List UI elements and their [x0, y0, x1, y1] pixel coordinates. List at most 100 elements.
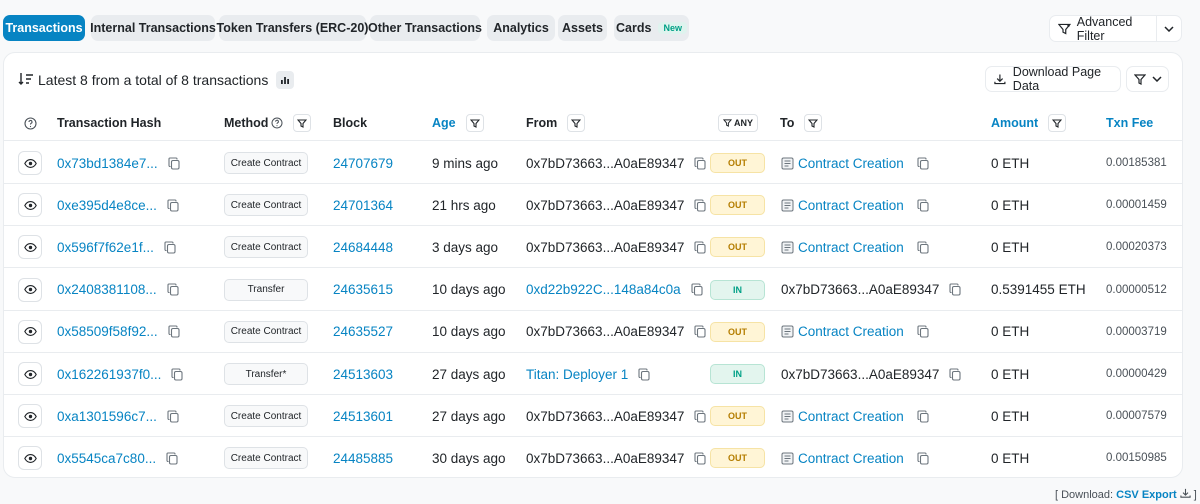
to-address[interactable]: Contract Creation — [798, 156, 904, 171]
age-text: 10 days ago — [432, 282, 506, 298]
copy-icon[interactable] — [168, 325, 180, 338]
amount-filter-button[interactable] — [1048, 114, 1067, 132]
transaction-hash-link[interactable]: 0x5545ca7c80... — [57, 451, 156, 466]
tab-cards[interactable]: Cards New — [614, 15, 689, 41]
advanced-filter-dropdown[interactable] — [1157, 16, 1181, 41]
eye-icon[interactable] — [18, 235, 42, 260]
help-icon[interactable] — [24, 105, 37, 141]
filter-icon — [1052, 118, 1063, 128]
block-link[interactable]: 24684448 — [333, 240, 393, 255]
tab-other-transactions[interactable]: Other Transactions — [368, 15, 482, 41]
method-badge: Create Contract — [224, 152, 308, 174]
copy-icon[interactable] — [694, 410, 706, 423]
col-age[interactable]: Age — [432, 105, 484, 141]
copy-icon[interactable] — [691, 283, 703, 296]
copy-icon[interactable] — [167, 283, 179, 296]
copy-icon[interactable] — [694, 241, 706, 254]
copy-icon[interactable] — [694, 156, 706, 170]
block-link[interactable]: 24701364 — [333, 198, 393, 213]
to-filter-button[interactable] — [804, 114, 823, 132]
copy-icon[interactable] — [168, 156, 180, 170]
filter-icon — [723, 119, 732, 127]
direction-badge: OUT — [710, 195, 765, 216]
eye-icon[interactable] — [18, 151, 42, 175]
transaction-hash-link[interactable]: 0x58509f58f92... — [57, 324, 158, 339]
txn-fee-text: 0.00185381 — [1106, 157, 1167, 169]
eye-icon[interactable] — [18, 446, 42, 471]
copy-icon[interactable] — [164, 241, 176, 254]
tab-internal-transactions[interactable]: Internal Transactions — [90, 15, 216, 41]
table-row: 0xa1301596c7... Create Contract 24513601 27… — [4, 395, 1182, 438]
tab-analytics[interactable]: Analytics — [487, 15, 555, 41]
copy-icon[interactable] — [166, 452, 178, 465]
transaction-hash-link[interactable]: 0xe395d4e8ce... — [57, 198, 157, 213]
transaction-hash-link[interactable]: 0x73bd1384e7... — [57, 156, 158, 171]
col-amount[interactable]: Amount — [991, 105, 1067, 141]
copy-icon[interactable] — [917, 410, 929, 423]
method-filter-button[interactable] — [293, 114, 312, 132]
copy-icon[interactable] — [917, 199, 929, 212]
to-address[interactable]: Contract Creation — [798, 198, 904, 213]
copy-icon[interactable] — [167, 199, 179, 212]
contract-icon — [781, 157, 794, 170]
eye-icon[interactable] — [18, 319, 42, 344]
tab-token-transfers[interactable]: Token Transfers (ERC-20) — [216, 15, 369, 41]
block-link[interactable]: 24707679 — [333, 156, 393, 171]
block-link[interactable]: 24635527 — [333, 324, 393, 339]
download-page-data-button[interactable]: Download Page Data — [985, 65, 1121, 93]
copy-icon[interactable] — [694, 452, 706, 465]
copy-icon[interactable] — [694, 199, 706, 212]
block-link[interactable]: 24513601 — [333, 409, 393, 424]
copy-icon[interactable] — [638, 367, 650, 381]
chart-icon[interactable] — [276, 71, 295, 89]
age-filter-button[interactable] — [465, 114, 484, 132]
info-icon[interactable] — [271, 117, 283, 129]
table-filter-button[interactable] — [1126, 66, 1169, 92]
copy-icon[interactable] — [917, 452, 929, 465]
block-link[interactable]: 24513603 — [333, 367, 393, 382]
download-icon[interactable] — [1180, 488, 1191, 498]
copy-icon[interactable] — [917, 156, 929, 170]
method-badge: Create Contract — [224, 236, 308, 259]
from-filter-button[interactable] — [567, 114, 586, 132]
copy-icon[interactable] — [949, 367, 961, 381]
copy-icon[interactable] — [167, 410, 179, 423]
csv-export-link[interactable]: CSV Export — [1116, 489, 1177, 501]
eye-icon[interactable] — [18, 404, 42, 429]
filter-icon — [469, 118, 480, 128]
col-age-label: Age — [432, 116, 456, 130]
transaction-hash-link[interactable]: 0x2408381108... — [57, 282, 157, 297]
to-address[interactable]: Contract Creation — [798, 240, 904, 255]
tab-label: Token Transfers (ERC-20) — [216, 21, 369, 35]
tab-transactions[interactable]: Transactions — [3, 15, 85, 41]
table-row: 0x162261937f0... Transfer* 24513603 27 days… — [4, 353, 1182, 395]
block-link[interactable]: 24485885 — [333, 451, 393, 466]
table-row: 0x5545ca7c80... Create Contract 24485885 30… — [4, 437, 1182, 477]
eye-icon[interactable] — [18, 193, 42, 218]
advanced-filter-button[interactable]: Advanced Filter — [1049, 15, 1182, 43]
tab-assets[interactable]: Assets — [558, 15, 607, 41]
transaction-hash-link[interactable]: 0x162261937f0... — [57, 367, 161, 382]
to-address[interactable]: Contract Creation — [798, 324, 904, 339]
txn-fee-text: 0.00007579 — [1106, 410, 1167, 423]
eye-icon[interactable] — [18, 362, 42, 386]
from-address[interactable]: 0xd22b922C...148a84c0a — [526, 282, 681, 297]
to-address[interactable]: Contract Creation — [798, 409, 904, 424]
col-method: Method — [224, 105, 312, 141]
copy-icon[interactable] — [694, 325, 706, 338]
copy-icon[interactable] — [917, 325, 929, 338]
from-address[interactable]: Titan: Deployer 1 — [526, 367, 628, 382]
to-address[interactable]: Contract Creation — [798, 451, 904, 466]
contract-icon — [781, 325, 794, 338]
block-link[interactable]: 24635615 — [333, 282, 393, 297]
direction-filter[interactable]: ANY — [718, 105, 759, 141]
copy-icon[interactable] — [949, 283, 961, 296]
col-txn-fee[interactable]: Txn Fee — [1106, 105, 1153, 141]
csv-download: [ Download: CSV Export ] — [1055, 488, 1197, 501]
eye-icon[interactable] — [18, 277, 42, 302]
copy-icon[interactable] — [171, 367, 183, 381]
transaction-hash-link[interactable]: 0xa1301596c7... — [57, 409, 157, 424]
copy-icon[interactable] — [917, 241, 929, 254]
contract-icon — [781, 241, 794, 254]
transaction-hash-link[interactable]: 0x596f7f62e1f... — [57, 240, 154, 255]
